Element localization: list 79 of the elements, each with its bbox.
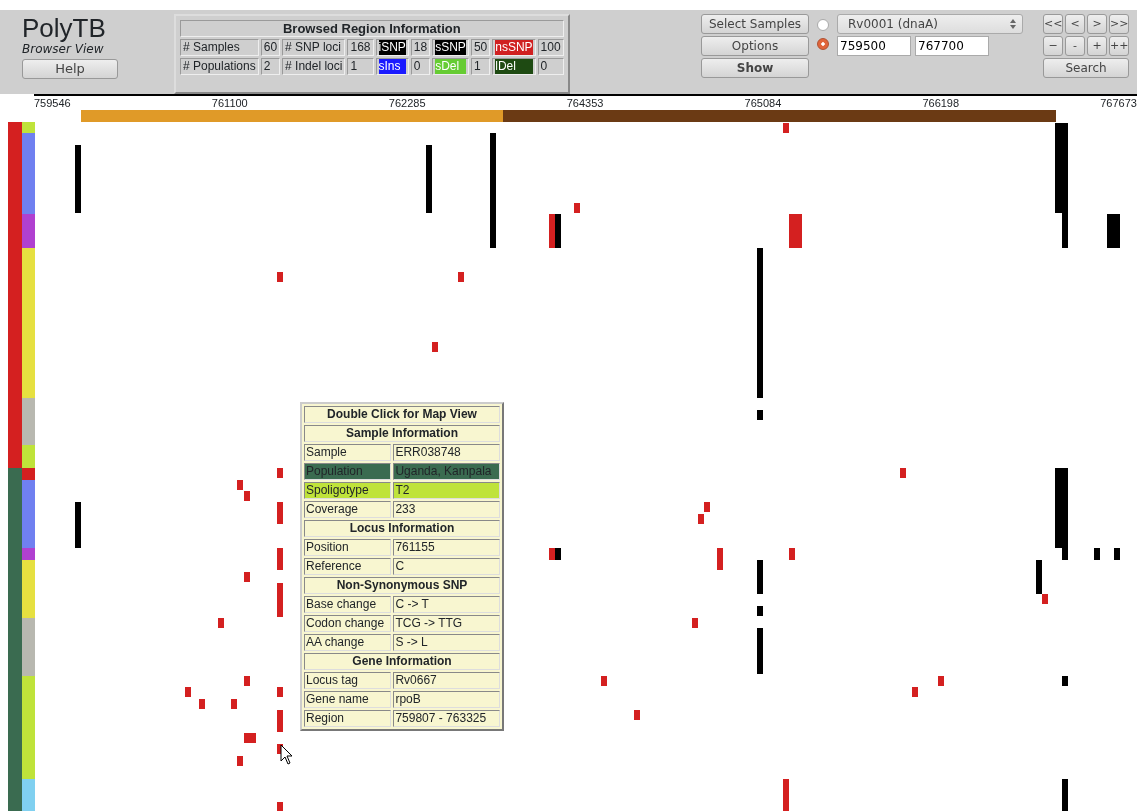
section-header: Sample Information bbox=[304, 425, 500, 442]
radio-button[interactable] bbox=[817, 38, 829, 50]
legend-label: sDel bbox=[435, 59, 466, 74]
field-value: Uganda, Kampala bbox=[393, 463, 500, 480]
field-label: Position bbox=[304, 539, 392, 556]
field-label: Gene name bbox=[304, 691, 392, 708]
field-label: Sample bbox=[304, 444, 392, 461]
nav-button[interactable]: ++ bbox=[1109, 36, 1129, 56]
legend-label: nsSNP bbox=[495, 40, 533, 55]
field-label: Reference bbox=[304, 558, 392, 575]
field-value: 233 bbox=[393, 501, 500, 518]
show-button[interactable]: Show bbox=[701, 58, 809, 78]
field-value: 761155 bbox=[393, 539, 500, 556]
section-header: Gene Information bbox=[304, 653, 500, 670]
field-value: ERR038748 bbox=[393, 444, 500, 461]
ruler-label: 764353 bbox=[566, 96, 604, 110]
field-label: Base change bbox=[304, 596, 392, 613]
legend-label: sIns bbox=[378, 59, 406, 74]
start-input[interactable]: 759500 bbox=[837, 36, 911, 56]
ruler-label: 765084 bbox=[744, 96, 782, 110]
field-label: Codon change bbox=[304, 615, 392, 632]
stat-label: # Samples bbox=[183, 40, 240, 54]
end-input[interactable]: 767700 bbox=[915, 36, 989, 56]
search-button[interactable]: Search bbox=[1043, 58, 1129, 78]
panel-title: Browsed Region Information bbox=[180, 20, 564, 37]
field-value: C bbox=[393, 558, 500, 575]
field-label: Spoligotype bbox=[304, 482, 392, 499]
nav-button[interactable]: − bbox=[1043, 36, 1063, 56]
field-value: 759807 - 763325 bbox=[393, 710, 500, 727]
section-header: Non-Synonymous SNP bbox=[304, 577, 500, 594]
stat-value: 168 bbox=[350, 40, 371, 54]
stat-value: 0 bbox=[413, 59, 421, 73]
gene-select[interactable]: Rv0001 (dnaA) bbox=[837, 14, 1023, 34]
field-label: Region bbox=[304, 710, 392, 727]
app-title: PolyTB bbox=[22, 14, 107, 42]
select-samples-button[interactable]: Select Samples bbox=[701, 14, 809, 34]
nav-button[interactable]: >> bbox=[1109, 14, 1129, 34]
field-value: T2 bbox=[393, 482, 500, 499]
field-label: AA change bbox=[304, 634, 392, 651]
stat-value: 0 bbox=[540, 59, 548, 73]
nav-button[interactable]: < bbox=[1065, 14, 1085, 34]
nav-button[interactable]: << bbox=[1043, 14, 1063, 34]
stat-label: # Indel loci bbox=[285, 59, 343, 73]
updown-arrow-icon bbox=[1010, 19, 1016, 29]
section-header: Locus Information bbox=[304, 520, 500, 537]
radio-button[interactable] bbox=[817, 19, 829, 31]
legend-label: iSNP bbox=[378, 40, 406, 55]
stat-value: 60 bbox=[263, 40, 278, 54]
stat-value: 1 bbox=[350, 59, 358, 73]
stat-value: 1 bbox=[473, 59, 481, 73]
stat-value: 2 bbox=[263, 59, 271, 73]
ruler-label: 766198 bbox=[922, 96, 960, 110]
ruler-label: 761100 bbox=[211, 96, 248, 110]
field-value: rpoB bbox=[393, 691, 500, 708]
field-value: Rv0667 bbox=[393, 672, 500, 689]
field-label: Population bbox=[304, 463, 392, 480]
stat-value: 100 bbox=[540, 40, 561, 54]
stat-label: # SNP loci bbox=[285, 40, 341, 54]
stat-label: # Populations bbox=[183, 59, 256, 73]
nav-button[interactable]: > bbox=[1087, 14, 1107, 34]
legend-label: lDel bbox=[495, 59, 533, 74]
field-label: Coverage bbox=[304, 501, 392, 518]
stat-value: 18 bbox=[413, 40, 428, 54]
options-button[interactable]: Options bbox=[701, 36, 809, 56]
nav-button[interactable]: + bbox=[1087, 36, 1107, 56]
ruler-label: 762285 bbox=[388, 96, 426, 110]
ruler-label: 767673 bbox=[1100, 96, 1137, 110]
help-button[interactable]: Help bbox=[22, 59, 118, 79]
legend-label: sSNP bbox=[435, 40, 466, 55]
ruler-label: 759546 bbox=[34, 96, 71, 110]
nav-button[interactable]: - bbox=[1065, 36, 1085, 56]
stat-value: 50 bbox=[473, 40, 488, 54]
field-label: Locus tag bbox=[304, 672, 392, 689]
field-value: TCG -> TTG bbox=[393, 615, 500, 632]
field-value: S -> L bbox=[393, 634, 500, 651]
tooltip-title: Double Click for Map View bbox=[304, 406, 500, 423]
app-subtitle: Browser View bbox=[22, 42, 104, 56]
field-value: C -> T bbox=[393, 596, 500, 613]
cursor-icon bbox=[280, 744, 293, 765]
